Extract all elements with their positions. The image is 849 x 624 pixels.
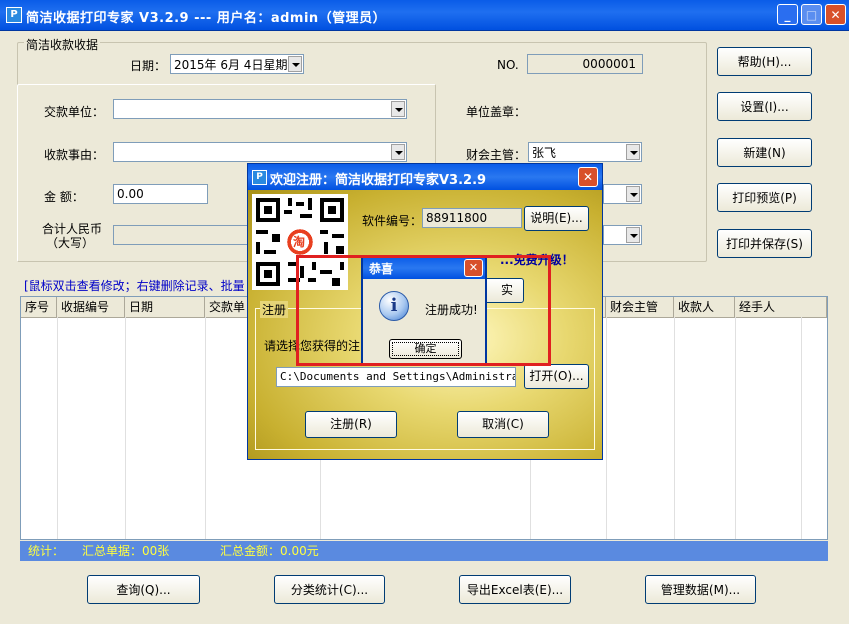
export-excel-button[interactable]: 导出Excel表(E)... — [459, 575, 571, 604]
app-icon: P — [6, 7, 22, 23]
success-dialog: 恭喜 ✕ i 注册成功! 确定 — [361, 255, 487, 366]
rmb-label-sub: （大写） — [46, 236, 95, 250]
upgrade-text: ...免费升级！ — [500, 253, 574, 267]
cancel-button[interactable]: 取消(C) — [457, 411, 549, 438]
window-title: 简洁收据打印专家 V3.2.9 --- 用户名：admin（管理员） — [26, 11, 387, 26]
info-icon: i — [379, 291, 409, 321]
stat-label: 统计： — [28, 544, 65, 558]
select-prompt: 请选择您获得的注 — [264, 339, 361, 353]
handler-combo[interactable] — [603, 225, 642, 245]
column-header[interactable]: 经手人 — [735, 297, 827, 317]
finance-label: 财会主管： — [466, 148, 527, 162]
maximize-button[interactable]: □ — [801, 4, 822, 25]
no-field: 0000001 — [527, 54, 643, 74]
no-label: NO. — [497, 58, 519, 72]
close-button[interactable]: ✕ — [578, 167, 598, 187]
chevron-down-icon[interactable] — [288, 56, 302, 72]
amount-label: 金 额： — [44, 190, 84, 204]
chevron-down-icon[interactable] — [391, 101, 405, 117]
new-button[interactable]: 新建(N) — [717, 138, 812, 167]
ok-button[interactable]: 确定 — [389, 339, 462, 359]
column-header[interactable]: 日期 — [125, 297, 205, 317]
software-no-label: 软件编号： — [362, 214, 423, 228]
chevron-down-icon[interactable] — [626, 144, 640, 160]
cashier-combo[interactable] — [603, 184, 642, 204]
print-preview-button[interactable]: 打印预览(P) — [717, 183, 812, 212]
app-icon: P — [252, 170, 267, 185]
finance-combo[interactable]: 张飞 — [528, 142, 642, 162]
manage-data-button[interactable]: 管理数据(M)... — [645, 575, 756, 604]
query-button[interactable]: 查询(Q)... — [87, 575, 200, 604]
date-value: 2015年 6月 4日星期 — [174, 58, 288, 72]
settings-button[interactable]: 设置(I)... — [717, 92, 812, 121]
receipt-group-label: 简洁收款收据 — [24, 36, 101, 53]
close-button[interactable]: ✕ — [825, 4, 846, 25]
qr-code-icon: 淘 — [252, 194, 348, 290]
software-no-field: 88911800 — [422, 208, 522, 228]
close-button[interactable]: ✕ — [464, 259, 483, 277]
rmb-field — [113, 225, 253, 245]
date-picker[interactable]: 2015年 6月 4日星期 — [170, 54, 304, 74]
open-button[interactable]: 打开(O)... — [524, 364, 589, 389]
category-stats-button[interactable]: 分类统计(C)... — [274, 575, 385, 604]
success-message: 注册成功! — [425, 303, 478, 317]
qr-badge: 淘 — [293, 235, 306, 249]
amount-input[interactable]: 0.00 — [113, 184, 208, 204]
finance-value: 张飞 — [532, 146, 557, 160]
key-path-input[interactable]: C:\Documents and Settings\Administrator\ — [276, 367, 516, 387]
seal-label: 单位盖章： — [466, 105, 527, 119]
print-save-button[interactable]: 打印并保存(S) — [717, 229, 812, 258]
column-header[interactable]: 收据编号 — [57, 297, 125, 317]
column-divider — [57, 317, 58, 539]
amount-summary: 汇总金额：0.00元 — [220, 544, 319, 558]
explain-button[interactable]: 说明(E)... — [524, 206, 589, 231]
chevron-down-icon[interactable] — [626, 227, 640, 243]
column-header[interactable]: 财会主管 — [606, 297, 674, 317]
title-bar[interactable]: P 简洁收据打印专家 V3.2.9 --- 用户名：admin（管理员） _ □… — [0, 0, 849, 31]
minimize-button[interactable]: _ — [777, 4, 798, 25]
success-title: 恭喜 — [369, 262, 394, 276]
column-divider — [801, 317, 802, 539]
registration-title: 欢迎注册：简洁收据打印专家V3.2.9 — [270, 173, 487, 188]
register-button[interactable]: 注册(R) — [305, 411, 397, 438]
chevron-down-icon[interactable] — [626, 186, 640, 202]
column-divider — [205, 317, 206, 539]
column-header[interactable]: 收款人 — [674, 297, 735, 317]
hint-text: [鼠标双击查看修改；右键删除记录、批量 — [24, 279, 245, 293]
success-title-bar[interactable]: 恭喜 ✕ — [363, 257, 485, 279]
column-divider — [125, 317, 126, 539]
column-divider — [674, 317, 675, 539]
status-bar: 统计： 汇总单据：00张 汇总金额：0.00元 — [20, 541, 828, 561]
chevron-down-icon[interactable] — [391, 144, 405, 160]
reason-label: 收款事由： — [44, 148, 105, 162]
date-label: 日期： — [130, 59, 167, 73]
register-group-label: 注册 — [260, 301, 289, 318]
payer-label: 交款单位： — [44, 105, 105, 119]
reason-combo[interactable] — [113, 142, 407, 162]
column-header[interactable]: 序号 — [21, 297, 57, 317]
count-summary: 汇总单据：00张 — [82, 544, 170, 558]
help-button[interactable]: 帮助(H)... — [717, 47, 812, 76]
registration-title-bar[interactable]: P 欢迎注册：简洁收据打印专家V3.2.9 ✕ — [248, 164, 602, 190]
column-divider — [735, 317, 736, 539]
column-divider — [606, 317, 607, 539]
payer-combo[interactable] — [113, 99, 407, 119]
